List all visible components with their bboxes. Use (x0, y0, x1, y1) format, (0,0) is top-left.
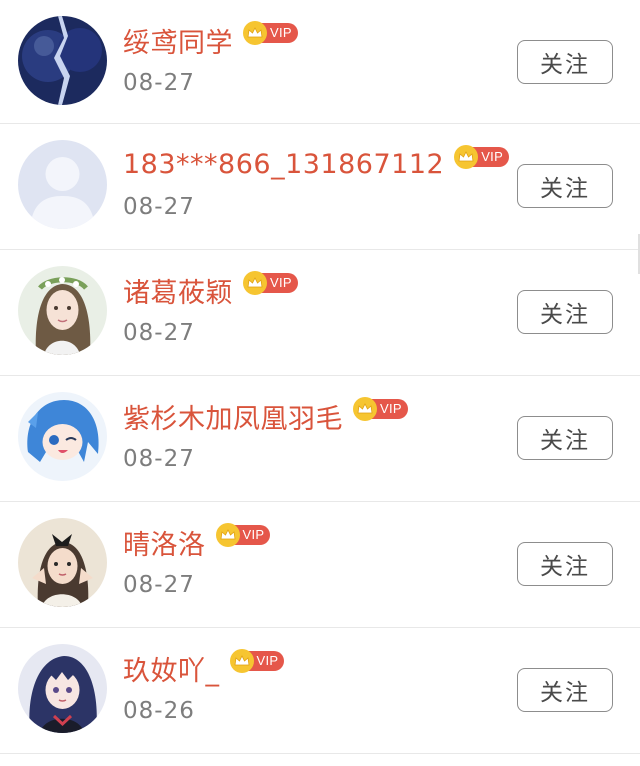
vip-badge: VIP (243, 271, 298, 295)
follow-button[interactable]: 关注 (517, 40, 613, 84)
avatar-image (18, 392, 107, 481)
follow-date: 08-27 (123, 446, 195, 472)
user-name[interactable]: 183***866_131867112 (123, 149, 444, 180)
follow-button[interactable]: 关注 (517, 290, 613, 334)
avatar[interactable] (18, 266, 107, 355)
crown-icon (454, 145, 479, 169)
vip-badge: VIP (243, 21, 298, 45)
vip-badge: VIP (229, 649, 285, 673)
crown-icon (243, 271, 267, 295)
crown-icon (243, 21, 267, 45)
avatar-image (18, 266, 107, 355)
user-name[interactable]: 绥鸢同学 (123, 21, 233, 60)
user-name-line: 晴洛洛 VIP (123, 522, 271, 562)
user-name-line: 玖奻吖_ VIP (123, 648, 285, 688)
list-item[interactable]: 绥鸢同学 VIP 08-27 关注 (0, 0, 640, 124)
list-item[interactable]: 玖奻吖_ VIP 08-26 关注 (0, 628, 640, 754)
avatar-image (18, 518, 107, 607)
follow-date: 08-27 (123, 70, 195, 96)
avatar-image (18, 16, 107, 105)
default-avatar-icon (18, 140, 107, 229)
follow-date: 08-27 (123, 572, 195, 598)
avatar[interactable] (18, 392, 107, 481)
user-name-line: 绥鸢同学 VIP (123, 20, 298, 60)
user-name-line: 紫杉木加凤凰羽毛 VIP (123, 396, 408, 436)
follow-button[interactable]: 关注 (517, 416, 613, 460)
user-name[interactable]: 诸葛莜颖 (123, 271, 233, 310)
follow-button[interactable]: 关注 (517, 164, 613, 208)
list-item[interactable]: 紫杉木加凤凰羽毛 VIP 08-27 关注 (0, 376, 640, 502)
follow-date: 08-26 (123, 698, 195, 724)
avatar[interactable] (18, 644, 107, 733)
user-name[interactable]: 玖奻吖_ (123, 649, 220, 688)
follow-date: 08-27 (123, 194, 195, 220)
user-name[interactable]: 紫杉木加凤凰羽毛 (123, 397, 343, 436)
vip-badge: VIP (353, 397, 408, 421)
avatar[interactable] (18, 140, 107, 229)
avatar[interactable] (18, 16, 107, 105)
follow-button[interactable]: 关注 (517, 542, 613, 586)
list-item[interactable]: 诸葛莜颖 VIP 08-27 关注 (0, 250, 640, 376)
vip-badge: VIP (215, 523, 271, 547)
avatar[interactable] (18, 518, 107, 607)
vip-badge: VIP (454, 145, 510, 169)
crown-icon (215, 523, 240, 547)
follow-date: 08-27 (123, 320, 195, 346)
follower-list: 绥鸢同学 VIP 08-27 关注 183***866_131867112 VI… (0, 0, 640, 754)
crown-icon (229, 649, 254, 673)
avatar-image (18, 644, 107, 733)
list-item[interactable]: 183***866_131867112 VIP 08-27 关注 (0, 124, 640, 250)
list-item[interactable]: 晴洛洛 VIP 08-27 关注 (0, 502, 640, 628)
follow-button[interactable]: 关注 (517, 668, 613, 712)
user-name[interactable]: 晴洛洛 (123, 523, 206, 562)
crown-icon (353, 397, 377, 421)
user-name-line: 183***866_131867112 VIP (123, 144, 510, 184)
user-name-line: 诸葛莜颖 VIP (123, 270, 298, 310)
